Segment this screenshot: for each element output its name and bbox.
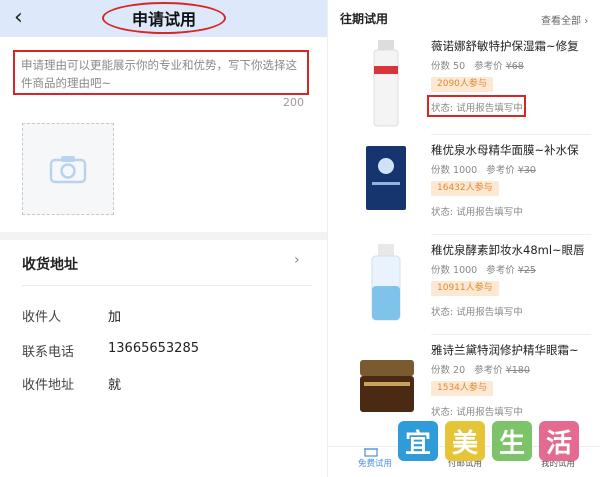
trial-item[interactable]: 稚优泉酵素卸妆水48ml~眼唇 份数 1000 参考价 ¥25 10911人参与…: [328, 242, 600, 342]
chevron-right-icon: ›: [584, 16, 589, 27]
phone-label: 联系电话: [22, 345, 75, 360]
section-separator: [0, 232, 327, 240]
camera-icon: [49, 156, 87, 184]
trial-item[interactable]: 稚优泉水母精华面膜~补水保 份数 1000 参考价 ¥30 16432人参与 状…: [328, 142, 600, 242]
trial-status: 状态: 试用报告填写中: [431, 103, 523, 114]
past-trials-panel: 往期试用 查看全部 › 薇诺娜舒敏特护保湿霜~修复 份数 50 参考价 ¥68 …: [327, 0, 600, 477]
char-limit: 200: [283, 96, 304, 109]
watermark-char: 宜: [398, 421, 438, 461]
recipient-value[interactable]: 加: [108, 306, 121, 325]
watermark-char: 活: [539, 421, 579, 461]
recipient-label: 收件人: [22, 310, 62, 325]
participants-badge: 2090人参与: [431, 77, 493, 92]
page-title-highlight: 申请试用: [102, 2, 226, 34]
product-image: [366, 146, 406, 210]
product-name: 稚优泉水母精华面膜~补水保: [431, 143, 579, 157]
apply-top-bar: ‹ 申请试用: [0, 0, 327, 37]
product-meta: 份数 50 参考价 ¥68: [431, 61, 524, 72]
watermark-char: 生: [492, 421, 532, 461]
divider: [22, 285, 312, 286]
trial-status: 状态: 试用报告填写中: [431, 307, 523, 318]
product-meta: 份数 20 参考价 ¥180: [431, 365, 530, 376]
product-name: 雅诗兰黛特润修护精华眼霜~: [431, 343, 579, 357]
product-meta: 份数 1000 参考价 ¥30: [431, 165, 536, 176]
participants-badge: 10911人参与: [431, 281, 499, 296]
reason-placeholder: 申请理由可以更能展示你的专业和优势，写下你选择这件商品的理由吧~: [21, 58, 297, 90]
address-label: 收件地址: [22, 378, 75, 393]
gift-icon: [364, 448, 378, 457]
product-image: [373, 40, 399, 127]
trial-status: 状态: 试用报告填写中: [431, 207, 523, 218]
product-meta: 份数 1000 参考价 ¥25: [431, 265, 536, 276]
page-title: 申请试用: [131, 10, 196, 29]
participants-badge: 16432人参与: [431, 181, 499, 196]
address-value[interactable]: 就: [108, 374, 121, 393]
phone-value[interactable]: 13665653285: [108, 341, 199, 356]
address-heading: 收货地址: [22, 257, 78, 273]
divider: [431, 334, 591, 335]
product-name: 稚优泉酵素卸妆水48ml~眼唇: [431, 243, 585, 257]
past-trials-title: 往期试用: [340, 12, 389, 26]
divider: [431, 134, 591, 135]
back-arrow-icon[interactable]: ‹: [14, 5, 23, 31]
view-all-label: 查看全部: [541, 16, 581, 27]
watermark-char: 美: [445, 421, 485, 461]
product-name: 薇诺娜舒敏特护保湿霜~修复: [431, 39, 579, 53]
divider: [431, 234, 591, 235]
trial-item[interactable]: 薇诺娜舒敏特护保湿霜~修复 份数 50 参考价 ¥68 2090人参与 状态: …: [328, 38, 600, 138]
chevron-right-icon[interactable]: ›: [294, 252, 300, 268]
participants-badge: 1534人参与: [431, 381, 493, 396]
tab-free-trial[interactable]: 免费试用: [358, 448, 392, 469]
apply-trial-panel: ‹ 申请试用 申请理由可以更能展示你的专业和优势，写下你选择这件商品的理由吧~ …: [0, 0, 327, 477]
photo-upload-button[interactable]: [22, 123, 114, 215]
trial-status: 状态: 试用报告填写中: [431, 407, 523, 418]
view-all-link[interactable]: 查看全部 ›: [541, 12, 588, 27]
product-image: [371, 244, 401, 321]
reason-textarea[interactable]: 申请理由可以更能展示你的专业和优势，写下你选择这件商品的理由吧~: [13, 50, 309, 95]
